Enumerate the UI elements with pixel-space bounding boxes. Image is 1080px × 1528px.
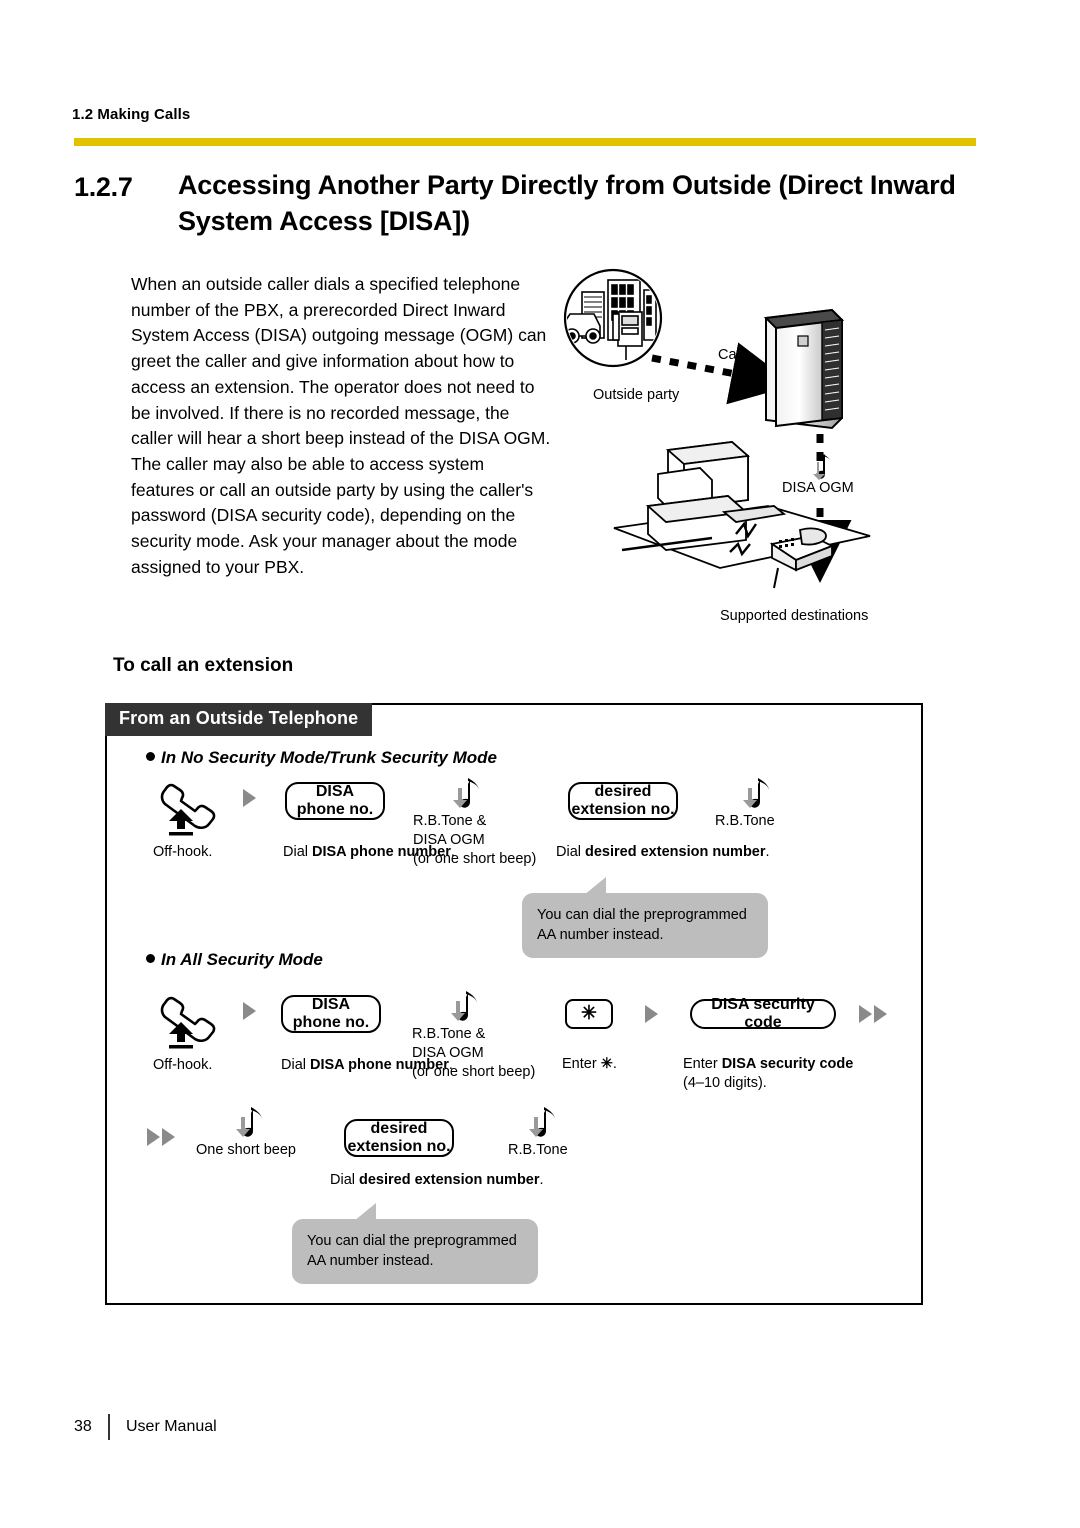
running-head: 1.2 Making Calls — [72, 106, 191, 123]
off-hook-handset-icon — [160, 996, 216, 1049]
sub-heading-to-call-an-extension: To call an extension — [113, 655, 294, 676]
step-caption-rb-tone-disa-ogm: R.B.Tone & DISA OGM (or one short beep) — [413, 813, 537, 868]
step-caption-dial-desired-extension-number: Dial desired extension number. — [330, 1172, 544, 1188]
key-asterisk[interactable]: ✳ — [565, 999, 613, 1029]
intro-paragraph-2: The caller may also be able to access sy… — [131, 454, 534, 577]
flow-arrow-icon — [243, 1002, 256, 1020]
step-caption-rb-tone-disa-ogm: R.B.Tone & DISA OGM (or one short beep) — [412, 1026, 536, 1081]
bullet-heading-all-security-mode: In All Security Mode — [146, 950, 323, 970]
callout-preprogrammed-aa-number: You can dial the preprogrammed AA number… — [522, 893, 768, 958]
footer: 38 User Manual — [74, 1414, 217, 1440]
flow-arrow-icon — [147, 1128, 160, 1146]
flow-arrow-icon — [243, 789, 256, 807]
page-title-block: 1.2.7 Accessing Another Party Directly f… — [74, 168, 979, 239]
off-hook-handset-icon — [160, 783, 216, 836]
callout-preprogrammed-aa-number: You can dial the preprogrammed AA number… — [292, 1219, 538, 1284]
bullet-dot-icon — [146, 954, 155, 963]
footer-label: User Manual — [126, 1418, 217, 1435]
footer-divider — [108, 1414, 110, 1440]
key-disa-phone-no[interactable]: DISA phone no. — [285, 782, 385, 820]
pbx-unit — [763, 308, 845, 430]
step-caption-enter-disa-security-code: Enter DISA security code (4–10 digits). — [683, 1056, 854, 1092]
step-caption-rb-tone: R.B.Tone — [715, 813, 775, 829]
callout-tail-icon — [348, 1203, 376, 1221]
page-number: 38 — [74, 1418, 92, 1435]
illustration-label-call: Call — [718, 347, 743, 363]
illustration-label-supported-destinations: Supported destinations — [720, 608, 869, 624]
step-caption-one-short-beep: One short beep — [196, 1142, 296, 1158]
procedure-tab-label: From an Outside Telephone — [105, 703, 373, 736]
header-rule — [74, 138, 976, 146]
step-caption-off-hook: Off-hook. — [153, 1057, 213, 1073]
supported-destinations-scene — [613, 441, 871, 589]
bullet-dot-icon — [146, 752, 155, 761]
illustration-svg — [563, 268, 871, 589]
key-disa-security-code[interactable]: DISA security code — [690, 996, 836, 1031]
callout-tail-icon — [578, 877, 606, 895]
flow-arrow-icon — [162, 1128, 175, 1146]
key-desired-extension-no[interactable]: desired extension no. — [344, 1119, 454, 1157]
step-caption-rb-tone: R.B.Tone — [508, 1142, 568, 1158]
illustration-label-outside-party: Outside party — [593, 387, 680, 403]
step-caption-dial-desired-extension-number: Dial desired extension number. — [556, 844, 770, 860]
step-caption-enter-asterisk: Enter ✳. — [562, 1056, 617, 1072]
key-disa-phone-no[interactable]: DISA phone no. — [281, 995, 381, 1033]
page-title: Accessing Another Party Directly from Ou… — [178, 170, 956, 236]
flow-arrow-icon — [874, 1005, 887, 1023]
flow-arrow-icon — [645, 1005, 658, 1023]
key-desired-extension-no[interactable]: desired extension no. — [568, 782, 678, 820]
illustration-label-disa-ogm: DISA OGM — [782, 480, 854, 496]
step-caption-off-hook: Off-hook. — [153, 844, 213, 860]
disa-illustration: Outside party Call DISA OGM Supported de… — [560, 268, 960, 638]
section-number: 1.2.7 — [74, 172, 133, 202]
bullet-heading-no-security-mode: In No Security Mode/Trunk Security Mode — [146, 748, 497, 768]
outside-party-scene — [563, 268, 663, 368]
flow-arrow-icon — [859, 1005, 872, 1023]
intro-text: When an outside caller dials a specified… — [131, 272, 551, 581]
intro-paragraph-1: When an outside caller dials a specified… — [131, 274, 551, 449]
